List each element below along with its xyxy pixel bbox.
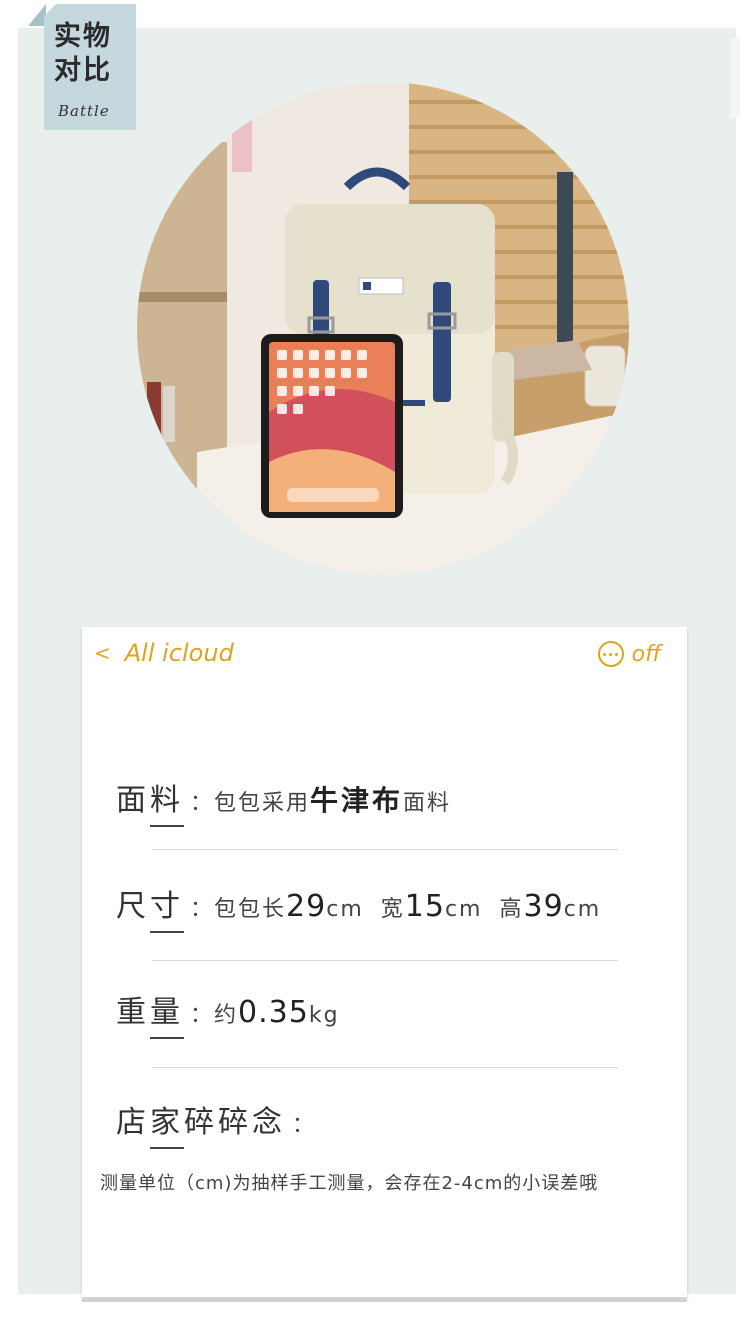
info-card: < All icloud off 面料 ：包包采用牛津布面料 尺寸 ：包包长29…	[82, 627, 687, 1297]
measurement-note: 测量单位（cm)为抽样手工测量，会存在2-4cm的小误差哦	[100, 1173, 599, 1194]
weight-value: ：约0.35kg	[190, 995, 340, 1030]
product-photo	[137, 82, 629, 574]
card-shadow-line	[82, 1298, 687, 1302]
chevron-left-icon: <	[94, 641, 111, 665]
more-button[interactable]: off	[597, 641, 661, 667]
material-label: 面料	[116, 775, 184, 827]
notes-label: 店家碎碎念	[116, 1097, 286, 1149]
card-topbar: < All icloud off	[82, 627, 687, 687]
back-label: All icloud	[124, 639, 234, 667]
size-label: 尺寸	[116, 881, 184, 933]
divider	[152, 960, 618, 961]
notes-row: 店家碎碎念 ：	[116, 1097, 317, 1149]
tag-line-2: 对比	[54, 55, 112, 86]
more-label: off	[631, 641, 661, 667]
tag-fold	[28, 4, 46, 26]
divider	[152, 849, 618, 850]
weight-row: 重量 ：约0.35kg	[116, 987, 340, 1039]
size-value: ：包包长29cm 宽15cm 高39cm	[190, 889, 602, 924]
notes-colon: ：	[292, 1113, 317, 1138]
tag-line-3: Battle	[58, 102, 110, 120]
more-dots-icon	[597, 641, 624, 667]
back-button[interactable]: < All icloud	[94, 639, 234, 667]
material-value: ：包包采用牛津布面料	[190, 784, 452, 817]
backpack-photo-illustration	[137, 82, 629, 574]
panel-edge	[730, 38, 740, 118]
battle-tag: 实物 对比 Battle	[44, 4, 136, 130]
weight-label: 重量	[116, 987, 184, 1039]
size-row: 尺寸 ：包包长29cm 宽15cm 高39cm	[116, 881, 602, 933]
tag-line-1: 实物	[54, 21, 112, 52]
divider	[152, 1067, 618, 1068]
material-row: 面料 ：包包采用牛津布面料	[116, 775, 452, 827]
